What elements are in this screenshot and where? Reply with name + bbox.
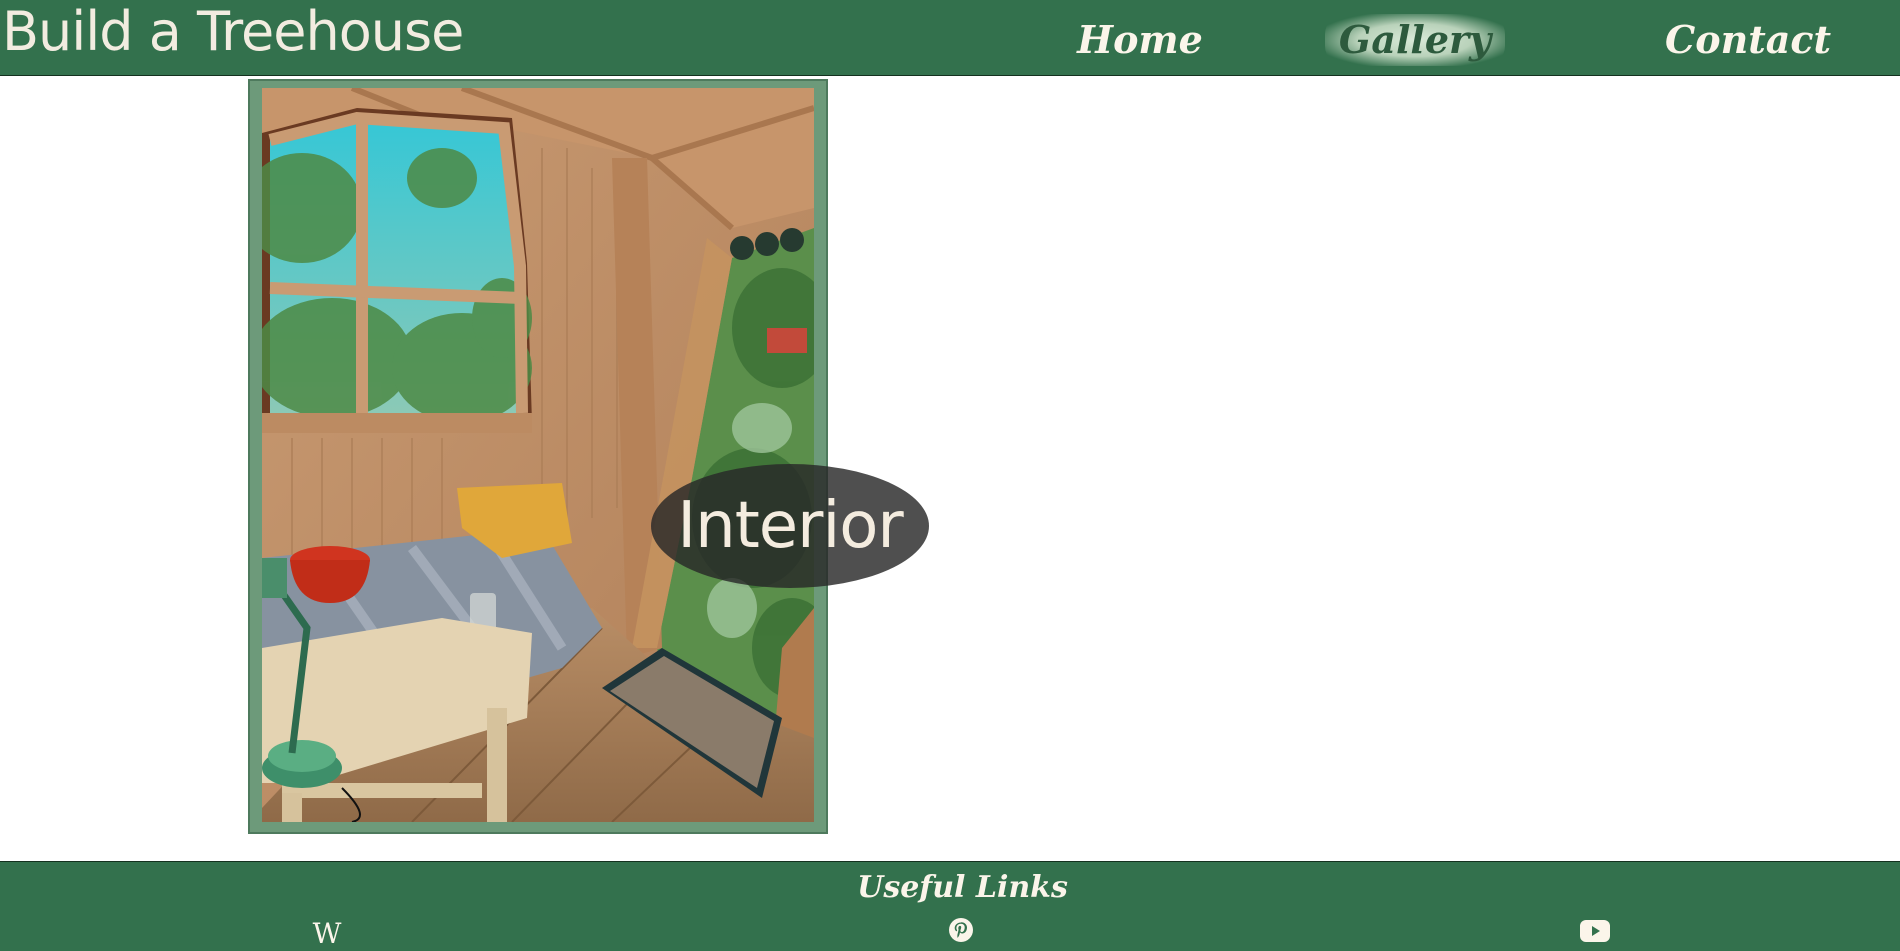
wikipedia-icon: W [312, 916, 342, 950]
nav-home-link[interactable]: Home [1065, 14, 1215, 66]
gallery-card[interactable]: Interior [248, 79, 929, 834]
nav-contact-link[interactable]: Contact [1665, 14, 1831, 66]
photo-caption: Interior [651, 464, 929, 588]
pinterest-link[interactable] [948, 917, 974, 947]
nav-gallery-link[interactable]: Gallery [1325, 14, 1505, 66]
youtube-icon [1580, 920, 1610, 946]
wikipedia-link[interactable]: W [310, 916, 344, 950]
site-footer: Useful Links W [0, 861, 1900, 951]
treehouse-interior-photo [262, 88, 814, 822]
footer-heading: Useful Links [857, 870, 1068, 905]
youtube-link[interactable] [1580, 920, 1610, 946]
site-header: Build a Treehouse Home Gallery Contact [0, 0, 1900, 76]
pinterest-icon [948, 917, 974, 947]
site-title: Build a Treehouse [2, 0, 464, 63]
